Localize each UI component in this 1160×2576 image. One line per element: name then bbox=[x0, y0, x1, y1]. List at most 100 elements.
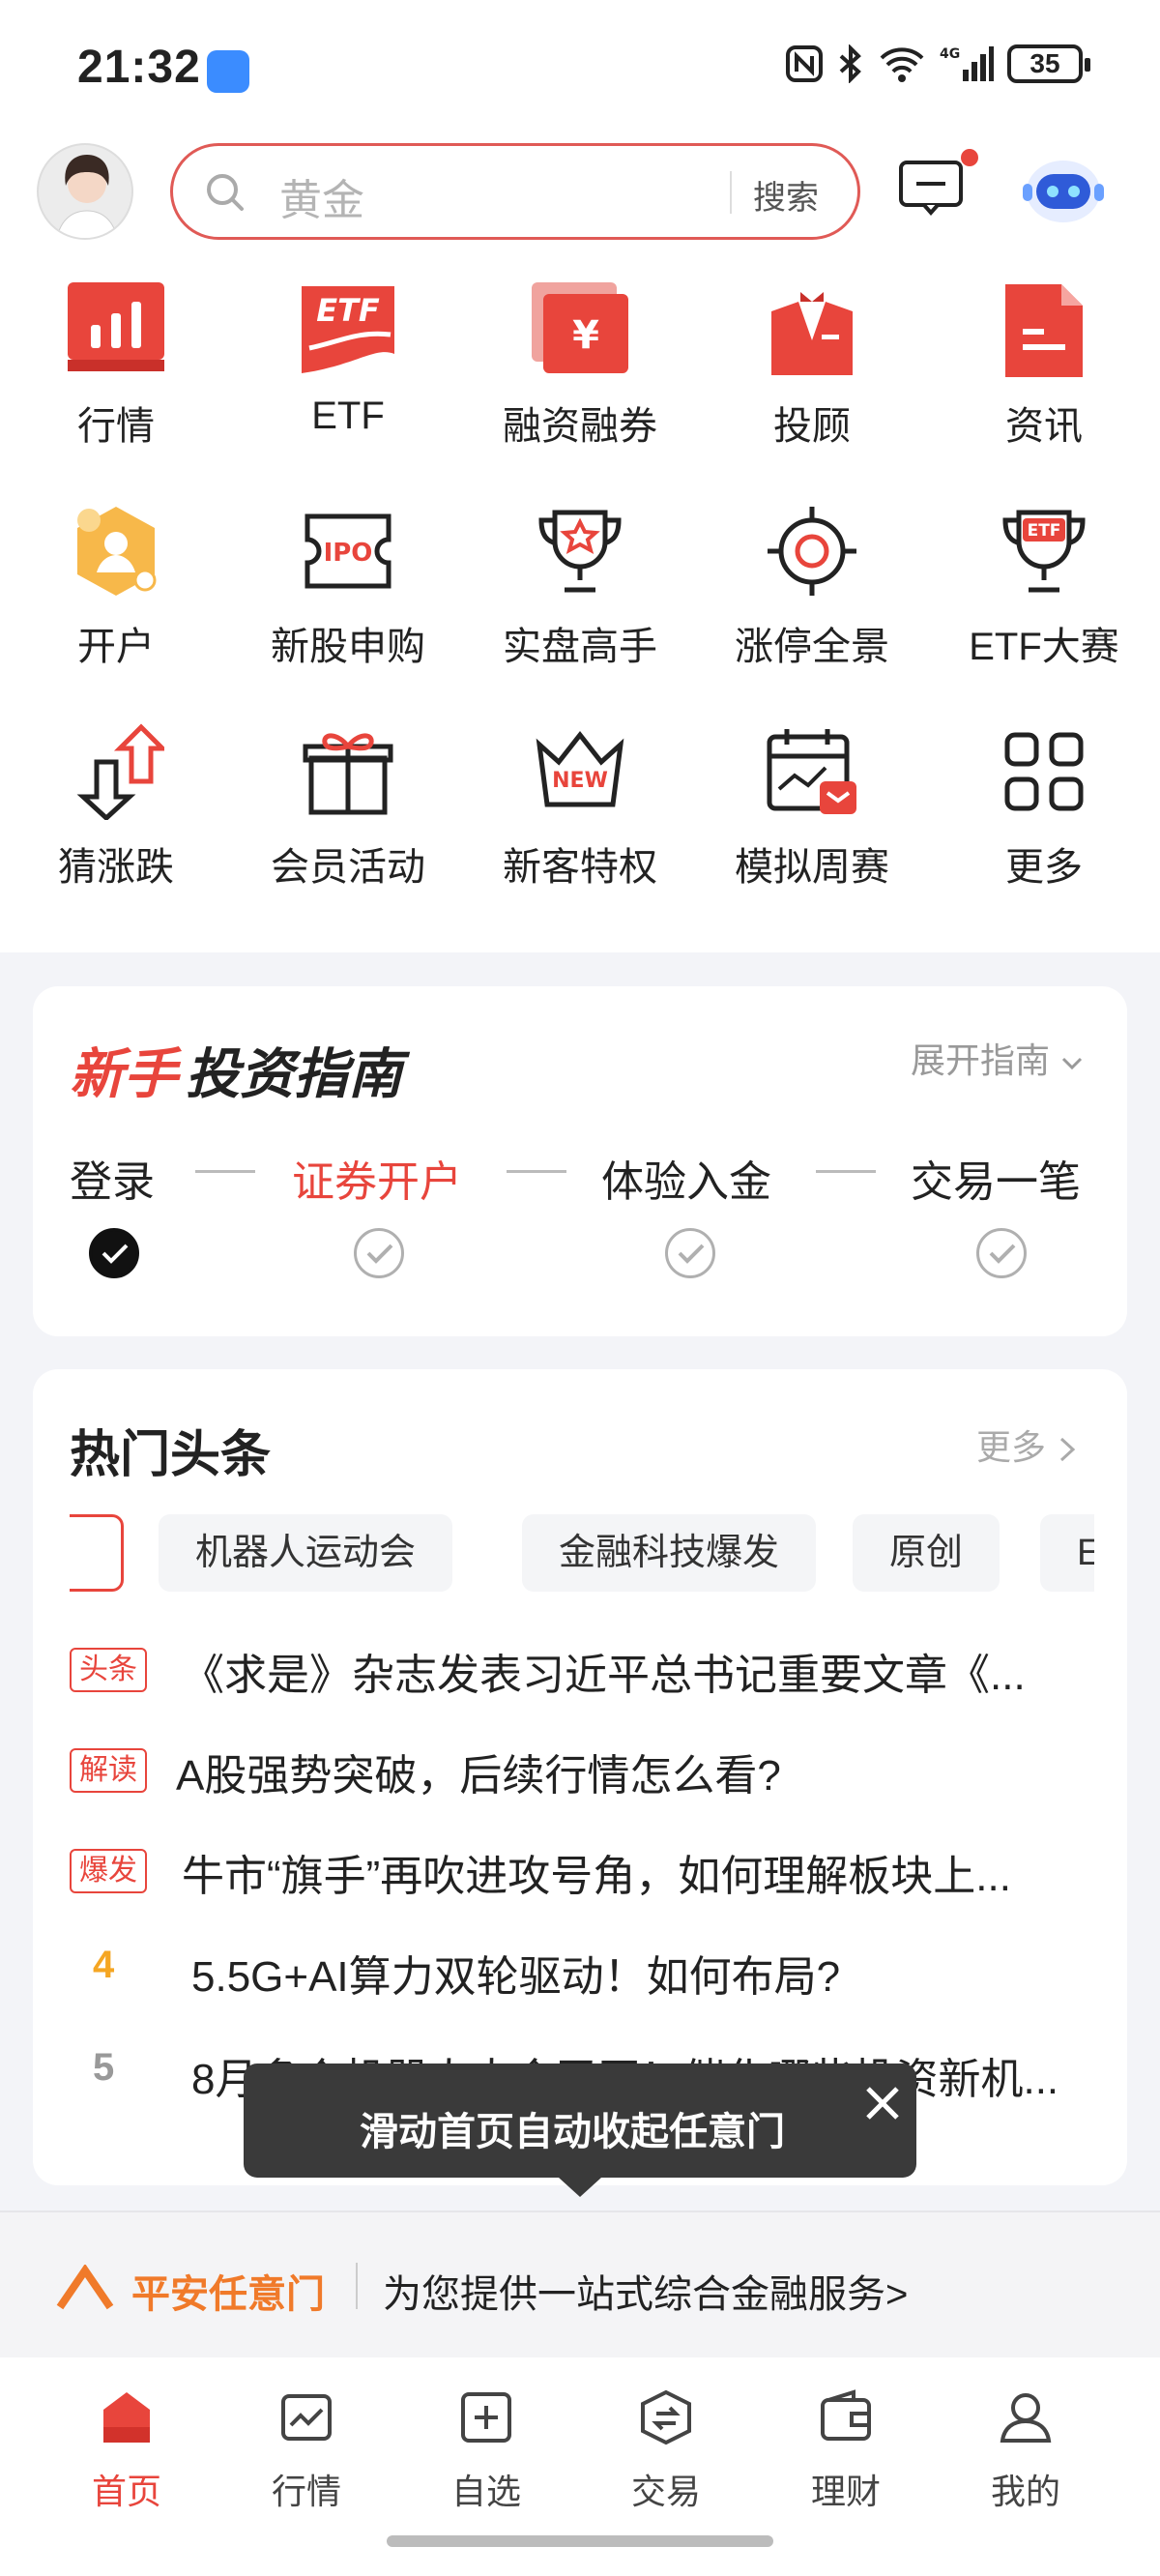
etf-icon: ETF bbox=[302, 286, 394, 373]
app-notification-icon bbox=[207, 50, 249, 93]
tab-label: 行情 bbox=[271, 2472, 341, 2511]
tab-label: 交易 bbox=[630, 2472, 701, 2511]
up-down-arrows-icon bbox=[76, 723, 164, 820]
grid-item-open-account[interactable]: 开户 bbox=[0, 472, 232, 668]
tab-trade[interactable]: 交易 bbox=[576, 2379, 756, 2511]
search-bar[interactable]: 黄金 搜索 bbox=[170, 143, 860, 240]
step-done-check-icon bbox=[89, 1228, 139, 1278]
news-badge: 解读 bbox=[70, 1748, 147, 1793]
avatar[interactable] bbox=[37, 143, 133, 240]
banner-slogan: 为您提供一站式综合金融服务> bbox=[383, 2273, 909, 2316]
news-item[interactable]: 4 5.5G+AI算力双轮驱动！如何布局? bbox=[70, 1940, 1094, 2007]
tab-market[interactable]: 行情 bbox=[217, 2379, 396, 2511]
battery-indicator: 35 bbox=[1007, 44, 1090, 83]
svg-text:4G: 4G bbox=[940, 46, 960, 62]
more-grid-icon bbox=[1004, 732, 1084, 811]
grid-item-label: 开户 bbox=[77, 626, 155, 668]
topic-tag[interactable]: ET bbox=[1040, 1514, 1094, 1592]
wallet-icon bbox=[821, 2389, 871, 2441]
gift-icon bbox=[303, 733, 393, 815]
pingan-logo-icon bbox=[56, 2265, 114, 2310]
expand-guide-button[interactable]: 展开指南 bbox=[911, 1033, 1085, 1083]
tab-wealth[interactable]: 理财 bbox=[756, 2379, 936, 2511]
news-item[interactable]: 头条 《求是》杂志发表习近平总书记重要文章《... bbox=[70, 1638, 1094, 1706]
step-open-account[interactable]: 证券开户 bbox=[292, 1147, 462, 1209]
trophy-star-icon bbox=[538, 510, 622, 593]
chevron-down-icon bbox=[1061, 1058, 1083, 1070]
news-more-button[interactable]: 更多 bbox=[976, 1420, 1079, 1470]
grid-item-member[interactable]: 会员活动 bbox=[232, 692, 464, 889]
step-trade[interactable]: 交易一笔 bbox=[911, 1147, 1081, 1209]
news-headline: A股强势突破，后续行情怎么看? bbox=[176, 1752, 781, 1800]
tooltip-text: 滑动首页自动收起任意门 bbox=[360, 2111, 785, 2153]
grid-item-label: 模拟周赛 bbox=[735, 846, 889, 889]
bluetooth-icon bbox=[839, 44, 861, 83]
guide-title-highlight: 新手 bbox=[70, 1043, 178, 1104]
news-item[interactable]: 爆发 牛市“旗手”再吹进攻号角，如何理解板块上... bbox=[70, 1839, 1094, 1907]
status-bar: 21:32 4G 35 bbox=[0, 0, 1160, 135]
grid-item-label: 新客特权 bbox=[503, 846, 657, 889]
grid-item-sim-contest[interactable]: 模拟周赛 bbox=[696, 692, 928, 889]
grid-item-new-customer[interactable]: NEW 新客特权 bbox=[464, 692, 696, 889]
tab-home[interactable]: 首页 bbox=[37, 2379, 217, 2511]
open-account-icon bbox=[77, 507, 157, 596]
ai-assistant-icon[interactable] bbox=[1021, 149, 1106, 230]
home-icon bbox=[103, 2392, 150, 2443]
grid-item-top-trader[interactable]: 实盘高手 bbox=[464, 472, 696, 668]
grid-item-margin[interactable]: ¥ 融资融券 bbox=[464, 251, 696, 448]
step-connector bbox=[507, 1170, 566, 1173]
topic-tag[interactable]: 金融科技爆发 bbox=[522, 1514, 817, 1592]
hot-news-title: 热门头条 bbox=[70, 1427, 272, 1483]
grid-item-advisor[interactable]: 投顾 bbox=[696, 251, 928, 448]
step-pending-check-icon bbox=[665, 1228, 715, 1278]
anydoor-banner[interactable]: 平安任意门 为您提供一站式综合金融服务> bbox=[0, 2210, 1160, 2357]
step-pending-check-icon bbox=[354, 1228, 404, 1278]
grid-item-more[interactable]: 更多 bbox=[928, 692, 1160, 889]
grid-item-etf-contest[interactable]: ETF ETF大赛 bbox=[928, 472, 1160, 668]
grid-item-label: 涨停全景 bbox=[735, 626, 889, 668]
news-rank: 5 bbox=[93, 2046, 115, 2089]
news-badge: 爆发 bbox=[70, 1849, 147, 1893]
news-item[interactable]: 解读 A股强势突破，后续行情怎么看? bbox=[70, 1739, 1094, 1806]
target-icon bbox=[768, 507, 856, 596]
advisor-icon bbox=[771, 292, 853, 375]
grid-item-label: 会员活动 bbox=[271, 846, 425, 889]
margin-trading-icon: ¥ bbox=[532, 282, 628, 373]
user-icon bbox=[1000, 2393, 1052, 2443]
grid-item-label: 实盘高手 bbox=[503, 626, 657, 668]
banner-divider bbox=[356, 2263, 358, 2309]
topic-tag[interactable]: 原创 bbox=[853, 1514, 1000, 1592]
topic-tag-selected[interactable] bbox=[70, 1514, 124, 1592]
grid-item-news[interactable]: 资讯 bbox=[928, 251, 1160, 448]
new-crown-icon: NEW bbox=[536, 730, 624, 807]
grid-item-guess[interactable]: 猜涨跌 bbox=[0, 692, 232, 889]
grid-item-ipo[interactable]: IPO 新股申购 bbox=[232, 472, 464, 668]
search-button[interactable]: 搜索 bbox=[753, 171, 819, 219]
svg-text:ETF: ETF bbox=[316, 292, 380, 329]
step-connector bbox=[195, 1170, 255, 1173]
grid-item-label: ETF大赛 bbox=[969, 626, 1119, 668]
step-connector bbox=[816, 1170, 876, 1173]
add-box-icon bbox=[461, 2392, 511, 2443]
news-doc-icon bbox=[1005, 284, 1083, 377]
tab-profile[interactable]: 我的 bbox=[936, 2379, 1116, 2511]
search-input[interactable]: 黄金 bbox=[279, 165, 364, 227]
tab-watchlist[interactable]: 自选 bbox=[396, 2379, 576, 2511]
expand-guide-label: 展开指南 bbox=[910, 1040, 1050, 1080]
topic-tags: 机器人运动会 金融科技爆发 原创 ET bbox=[70, 1514, 1094, 1594]
home-indicator[interactable] bbox=[387, 2535, 773, 2547]
feature-grid: 行情 ETF ETF ¥ 融资融券 投顾 资讯 开户 IPO 新股申购 实盘高手… bbox=[0, 251, 1160, 952]
grid-item-label: 投顾 bbox=[773, 405, 851, 448]
close-icon[interactable] bbox=[856, 2077, 909, 2129]
tooltip-arrow bbox=[559, 2178, 601, 2197]
step-login[interactable]: 登录 bbox=[70, 1147, 155, 1209]
grid-item-limit-up[interactable]: 涨停全景 bbox=[696, 472, 928, 668]
news-headline: 牛市“旗手”再吹进攻号角，如何理解板块上... bbox=[182, 1853, 1011, 1900]
grid-item-market[interactable]: 行情 bbox=[0, 251, 232, 448]
message-icon[interactable] bbox=[897, 159, 965, 217]
step-deposit[interactable]: 体验入金 bbox=[601, 1147, 771, 1209]
news-rank: 4 bbox=[93, 1944, 115, 1986]
topic-tag[interactable]: 机器人运动会 bbox=[159, 1514, 453, 1592]
grid-item-etf[interactable]: ETF ETF bbox=[232, 251, 464, 445]
wifi-icon bbox=[880, 47, 924, 82]
